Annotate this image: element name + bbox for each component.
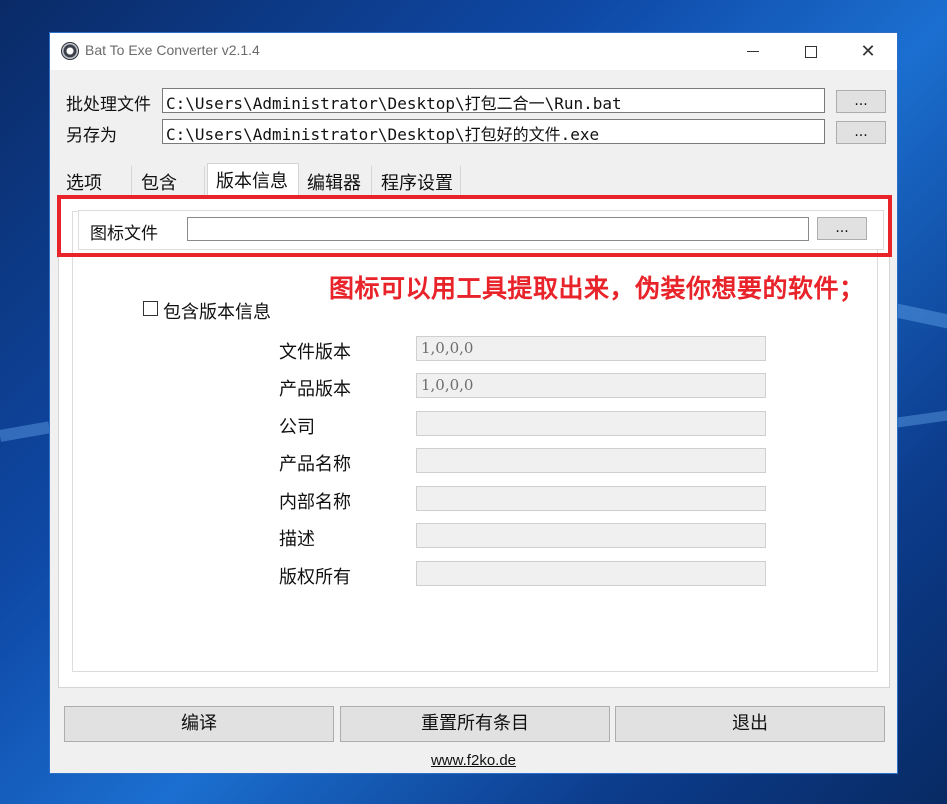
tab-editor[interactable]: 编辑器 [299,166,372,196]
exit-button[interactable]: 退出 [615,706,885,742]
file-version-field[interactable]: 1,0,0,0 [416,336,766,361]
save-as-label: 另存为 [66,126,117,146]
minimize-icon [747,51,759,52]
product-version-label: 产品版本 [279,379,351,400]
window-title: Bat To Exe Converter v2.1.4 [85,42,260,58]
internal-name-label: 内部名称 [279,492,351,513]
include-version-checkbox[interactable] [143,301,158,316]
close-icon: ✕ [860,41,876,62]
app-window: Bat To Exe Converter v2.1.4 ✕ 批处理文件 C:\U… [49,32,898,774]
minimize-button[interactable] [725,33,781,70]
file-version-label: 文件版本 [279,342,351,363]
include-version-label: 包含版本信息 [163,302,271,323]
save-as-browse-button[interactable]: ... [836,121,886,144]
annotation-text: 图标可以用工具提取出来，伪装你想要的软件； [329,274,865,303]
reset-all-button[interactable]: 重置所有条目 [340,706,610,742]
product-version-field[interactable]: 1,0,0,0 [416,373,766,398]
product-name-field[interactable] [416,448,766,473]
tab-version-info[interactable]: 版本信息 [207,163,299,197]
app-icon [61,42,79,60]
product-name-label: 产品名称 [279,454,351,475]
copyright-label: 版权所有 [279,567,351,588]
maximize-icon [805,45,817,58]
batch-file-input[interactable]: C:\Users\Administrator\Desktop\打包二合一\Run… [162,88,825,113]
description-field[interactable] [416,523,766,548]
desktop-light-ray [0,421,51,442]
tab-program-settings[interactable]: 程序设置 [373,166,461,196]
company-label: 公司 [279,417,315,438]
maximize-button[interactable] [783,33,839,70]
batch-browse-button[interactable]: ... [836,90,886,113]
tab-include[interactable]: 包含 [133,166,205,196]
website-link[interactable]: www.f2ko.de [50,752,897,769]
compile-button[interactable]: 编译 [64,706,334,742]
title-bar[interactable]: Bat To Exe Converter v2.1.4 ✕ [50,33,897,70]
copyright-field[interactable] [416,561,766,586]
company-field[interactable] [416,411,766,436]
close-button[interactable]: ✕ [840,33,896,70]
description-label: 描述 [279,529,315,550]
internal-name-field[interactable] [416,486,766,511]
save-as-input[interactable]: C:\Users\Administrator\Desktop\打包好的文件.ex… [162,119,825,144]
tab-options[interactable]: 选项 [58,166,132,196]
highlight-box [57,195,892,257]
batch-file-label: 批处理文件 [66,95,151,115]
